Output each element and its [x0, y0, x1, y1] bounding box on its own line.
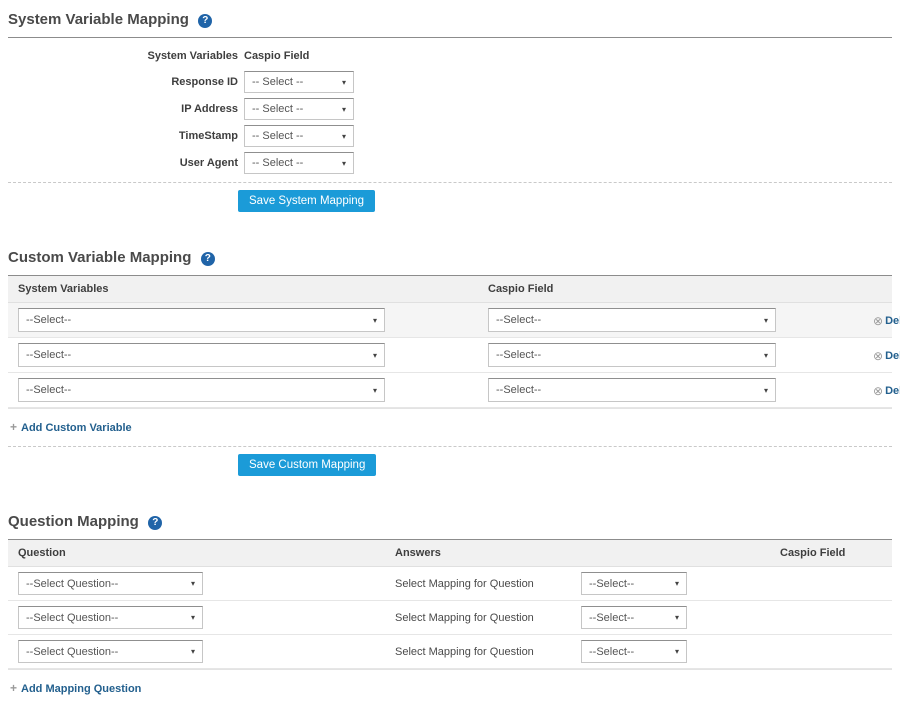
ip-address-label: IP Address — [8, 103, 238, 115]
answer-mapping-label: Select Mapping for Question — [395, 578, 581, 590]
table-row: --Select Question-- ▾ Select Mapping for… — [8, 635, 892, 669]
dropdown-arrow-icon: ▾ — [675, 647, 679, 656]
dropdown-arrow-icon: ▾ — [373, 386, 377, 395]
help-icon[interactable]: ? — [201, 252, 215, 266]
question-select[interactable]: --Select Question-- ▾ — [18, 640, 203, 663]
question-mapping-table: Question Answers Caspio Field --Select Q… — [8, 540, 892, 670]
caspio-field-column-header: Caspio Field — [478, 276, 863, 302]
question-select[interactable]: --Select Question-- ▾ — [18, 572, 203, 595]
dropdown-arrow-icon: ▾ — [342, 105, 346, 114]
dropdown-arrow-icon: ▾ — [764, 386, 768, 395]
question-column-header: Question — [8, 540, 385, 566]
dropdown-arrow-icon: ▾ — [342, 132, 346, 141]
response-id-select[interactable]: -- Select -- ▾ — [244, 71, 354, 93]
user-agent-label: User Agent — [8, 157, 238, 169]
plus-icon: + — [10, 420, 17, 434]
system-variable-select[interactable]: --Select-- ▾ — [18, 378, 385, 402]
caspio-field-select[interactable]: --Select-- ▾ — [488, 378, 776, 402]
caspio-field-column-header: Caspio Field — [244, 50, 354, 66]
answers-column-header: Answers — [385, 540, 770, 566]
delete-row-link[interactable]: ⊗Delete — [873, 315, 900, 327]
dropdown-arrow-icon: ▾ — [675, 579, 679, 588]
question-mapping-title: Question Mapping — [8, 513, 139, 530]
custom-mapping-section-header: Custom Variable Mapping ? — [8, 238, 892, 276]
user-agent-select[interactable]: -- Select -- ▾ — [244, 152, 354, 174]
caspio-field-select[interactable]: --Select-- ▾ — [488, 308, 776, 332]
dropdown-arrow-icon: ▾ — [764, 316, 768, 325]
dropdown-arrow-icon: ▾ — [342, 78, 346, 87]
table-row: --Select-- ▾ --Select-- ▾ ⊗Delete — [8, 303, 892, 338]
system-variables-column-header: System Variables — [8, 276, 478, 302]
system-variables-column-header: System Variables — [8, 50, 238, 66]
plus-icon: + — [10, 681, 17, 695]
custom-mapping-table: System Variables Caspio Field --Select--… — [8, 276, 892, 409]
table-row: --Select Question-- ▾ Select Mapping for… — [8, 567, 892, 601]
question-mapping-section-header: Question Mapping ? — [8, 502, 892, 540]
add-mapping-question-link[interactable]: +Add Mapping Question — [10, 683, 141, 695]
system-variable-select[interactable]: --Select-- ▾ — [18, 308, 385, 332]
answer-mapping-select[interactable]: --Select-- ▾ — [581, 606, 687, 629]
ip-address-select[interactable]: -- Select -- ▾ — [244, 98, 354, 120]
caspio-field-column-header: Caspio Field — [770, 540, 892, 566]
answer-mapping-label: Select Mapping for Question — [395, 646, 581, 658]
dropdown-arrow-icon: ▾ — [191, 613, 195, 622]
answer-mapping-select[interactable]: --Select-- ▾ — [581, 640, 687, 663]
save-system-mapping-button[interactable]: Save System Mapping — [238, 190, 375, 212]
dropdown-arrow-icon: ▾ — [675, 613, 679, 622]
table-row: --Select Question-- ▾ Select Mapping for… — [8, 601, 892, 635]
dropdown-arrow-icon: ▾ — [342, 159, 346, 168]
custom-mapping-title: Custom Variable Mapping — [8, 249, 191, 266]
dropdown-arrow-icon: ▾ — [764, 351, 768, 360]
save-custom-mapping-button[interactable]: Save Custom Mapping — [238, 454, 376, 476]
system-mapping-title: System Variable Mapping — [8, 11, 189, 28]
help-icon[interactable]: ? — [148, 516, 162, 530]
system-mapping-form: System Variables Caspio Field Response I… — [8, 50, 892, 174]
system-variable-select[interactable]: --Select-- ▾ — [18, 343, 385, 367]
dropdown-arrow-icon: ▾ — [191, 647, 195, 656]
caspio-field-select[interactable]: --Select-- ▾ — [488, 343, 776, 367]
delete-icon: ⊗ — [873, 349, 883, 363]
delete-icon: ⊗ — [873, 384, 883, 398]
help-icon[interactable]: ? — [198, 14, 212, 28]
mapping-settings-page: System Variable Mapping ? System Variabl… — [0, 0, 900, 701]
timestamp-select[interactable]: -- Select -- ▾ — [244, 125, 354, 147]
timestamp-label: TimeStamp — [8, 130, 238, 142]
dropdown-arrow-icon: ▾ — [191, 579, 195, 588]
table-row: --Select-- ▾ --Select-- ▾ ⊗Delete — [8, 338, 892, 373]
delete-row-link[interactable]: ⊗Delete — [873, 350, 900, 362]
add-custom-variable-link[interactable]: +Add Custom Variable — [10, 422, 132, 434]
answer-mapping-select[interactable]: --Select-- ▾ — [581, 572, 687, 595]
dropdown-arrow-icon: ▾ — [373, 351, 377, 360]
delete-icon: ⊗ — [873, 314, 883, 328]
table-row: --Select-- ▾ --Select-- ▾ ⊗Delete — [8, 373, 892, 408]
dropdown-arrow-icon: ▾ — [373, 316, 377, 325]
system-mapping-section-header: System Variable Mapping ? — [8, 0, 892, 38]
response-id-label: Response ID — [8, 76, 238, 88]
question-select[interactable]: --Select Question-- ▾ — [18, 606, 203, 629]
answer-mapping-label: Select Mapping for Question — [395, 612, 581, 624]
delete-row-link[interactable]: ⊗Delete — [873, 385, 900, 397]
